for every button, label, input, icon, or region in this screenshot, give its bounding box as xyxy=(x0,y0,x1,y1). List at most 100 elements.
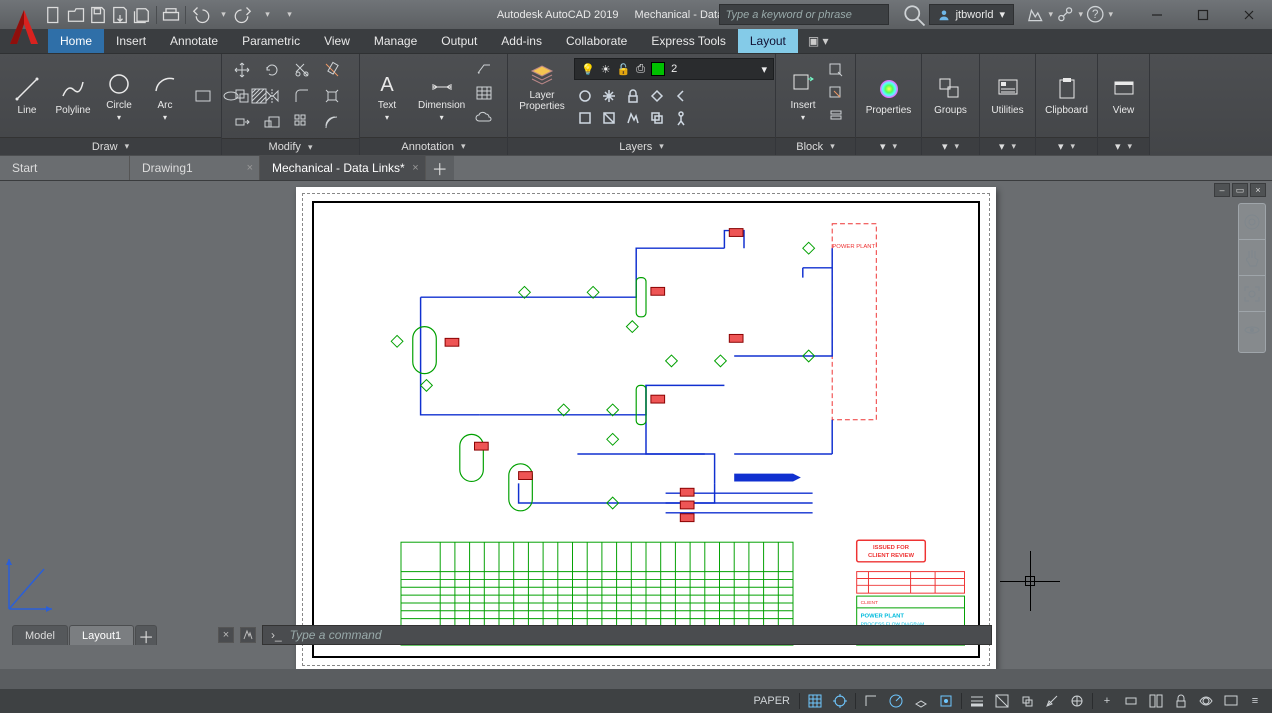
mirror-icon[interactable] xyxy=(258,84,286,108)
layer-uniso-icon[interactable] xyxy=(598,108,620,128)
undo-dropdown-icon[interactable] xyxy=(212,5,232,25)
table-icon[interactable] xyxy=(475,84,493,107)
offset-icon[interactable] xyxy=(318,110,346,134)
grid-toggle[interactable] xyxy=(803,691,827,711)
layer-copy-icon[interactable] xyxy=(646,108,668,128)
layer-previous-icon[interactable] xyxy=(670,86,692,106)
redo-dropdown-icon[interactable] xyxy=(256,5,276,25)
fillet-icon[interactable] xyxy=(288,84,316,108)
rotate-icon[interactable] xyxy=(258,58,286,82)
panel-label-modify[interactable]: Modify xyxy=(222,138,359,155)
doc-tab-drawing1[interactable]: Drawing1× xyxy=(130,156,260,180)
command-customize-icon[interactable] xyxy=(240,627,256,643)
layer-walk-icon[interactable] xyxy=(670,108,692,128)
create-block-icon[interactable] xyxy=(828,62,844,83)
drawing-area[interactable]: – ▭ × POWER PLANT xyxy=(0,181,1272,669)
units-toggle[interactable] xyxy=(1119,691,1143,711)
tool-insert[interactable]: Insert▾ xyxy=(782,68,824,124)
tab-home[interactable]: Home xyxy=(48,29,104,53)
selection-cycling[interactable] xyxy=(1015,691,1039,711)
tab-manage[interactable]: Manage xyxy=(362,29,429,53)
panel-label-properties[interactable]: ▾ xyxy=(856,137,921,155)
app-logo-slot[interactable] xyxy=(0,0,40,29)
saveall-icon[interactable] xyxy=(132,5,152,25)
tab-annotate[interactable]: Annotate xyxy=(158,29,230,53)
copy-icon[interactable] xyxy=(228,84,256,108)
full-nav-wheel-icon[interactable] xyxy=(1239,204,1265,240)
tool-clipboard[interactable]: Clipboard xyxy=(1042,73,1091,118)
new-drawing-button[interactable]: ＋ xyxy=(426,156,454,180)
plot-icon[interactable] xyxy=(161,5,181,25)
tool-groups[interactable]: Groups xyxy=(928,73,973,118)
transparency-toggle[interactable] xyxy=(990,691,1014,711)
panel-label-view[interactable]: ▾ xyxy=(1098,137,1149,155)
ortho-toggle[interactable] xyxy=(859,691,883,711)
space-indicator[interactable]: PAPER xyxy=(748,695,796,707)
viewport-close-icon[interactable]: × xyxy=(1250,183,1266,197)
tab-view[interactable]: View xyxy=(312,29,362,53)
annotation-monitor[interactable]: + xyxy=(1096,691,1118,711)
stretch-icon[interactable] xyxy=(228,110,256,134)
close-icon[interactable]: × xyxy=(412,162,418,174)
help-icon[interactable]: ? xyxy=(1084,4,1114,25)
workspace-switch[interactable] xyxy=(1065,691,1089,711)
viewport-minimize-icon[interactable]: – xyxy=(1214,183,1230,197)
undo-icon[interactable] xyxy=(190,5,210,25)
scale-icon[interactable] xyxy=(258,110,286,134)
polar-toggle[interactable] xyxy=(884,691,908,711)
tool-text[interactable]: AText▾ xyxy=(366,68,408,124)
featured-apps-icon[interactable]: ▣ ▾ xyxy=(798,29,839,53)
tool-polyline[interactable]: Polyline xyxy=(52,73,94,118)
panel-label-draw[interactable]: Draw xyxy=(0,137,221,155)
customize-status[interactable]: ≡ xyxy=(1244,691,1266,711)
isodraft-toggle[interactable] xyxy=(909,691,933,711)
cloud-icon[interactable] xyxy=(475,109,493,132)
panel-label-annotation[interactable]: Annotation xyxy=(360,137,507,155)
lock-ui[interactable] xyxy=(1169,691,1193,711)
user-account[interactable]: jtbworld ▾ xyxy=(929,4,1014,25)
doc-tab-start[interactable]: Start xyxy=(0,156,130,180)
close-button[interactable] xyxy=(1226,0,1272,29)
panel-label-groups[interactable]: ▾ xyxy=(922,137,979,155)
layout-tab-model[interactable]: Model xyxy=(12,625,68,645)
layer-off-icon[interactable] xyxy=(574,86,596,106)
layer-freeze-icon[interactable] xyxy=(598,86,620,106)
infocenter-search[interactable]: Type a keyword or phrase xyxy=(719,4,889,25)
close-icon[interactable]: × xyxy=(247,162,253,174)
layout-tab-layout1[interactable]: Layout1 xyxy=(69,625,134,645)
layer-current-icon[interactable] xyxy=(622,108,644,128)
save-icon[interactable] xyxy=(88,5,108,25)
trim-icon[interactable] xyxy=(288,58,316,82)
search-go-icon[interactable] xyxy=(899,4,929,25)
pan-icon[interactable] xyxy=(1239,240,1265,276)
panel-label-block[interactable]: Block xyxy=(776,137,855,155)
tab-express-tools[interactable]: Express Tools xyxy=(639,29,737,53)
isolate-objects[interactable] xyxy=(1194,691,1218,711)
layer-dropdown[interactable]: 💡 ☀ 🔓 ⎙ 2 ▾ xyxy=(574,58,774,80)
panel-label-utilities[interactable]: ▾ xyxy=(980,137,1035,155)
lineweight-toggle[interactable] xyxy=(965,691,989,711)
array-icon[interactable] xyxy=(288,110,316,134)
zoom-extents-icon[interactable] xyxy=(1239,276,1265,312)
tool-view[interactable]: View xyxy=(1103,73,1145,118)
autodesk-app-store-icon[interactable] xyxy=(1024,4,1054,25)
tab-parametric[interactable]: Parametric xyxy=(230,29,312,53)
tool-dimension[interactable]: Dimension▾ xyxy=(412,68,471,124)
tool-utilities[interactable]: Utilities xyxy=(986,73,1029,118)
minimize-button[interactable] xyxy=(1134,0,1180,29)
edit-block-icon[interactable] xyxy=(828,85,844,106)
qat-customize-icon[interactable] xyxy=(278,5,298,25)
orbit-icon[interactable] xyxy=(1239,312,1265,348)
doc-tab-mechanical[interactable]: Mechanical - Data Links*× xyxy=(260,156,426,180)
stay-connected-icon[interactable] xyxy=(1054,4,1084,25)
erase-icon[interactable] xyxy=(318,58,346,82)
edit-attributes-icon[interactable] xyxy=(828,108,844,129)
layer-lock-icon[interactable] xyxy=(622,86,644,106)
snap-toggle[interactable] xyxy=(828,691,852,711)
command-close-icon[interactable]: × xyxy=(218,627,234,643)
tool-circle[interactable]: Circle▾ xyxy=(98,68,140,124)
layer-iso-icon[interactable] xyxy=(574,108,596,128)
redo-icon[interactable] xyxy=(234,5,254,25)
new-icon[interactable] xyxy=(44,5,64,25)
osnap-toggle[interactable] xyxy=(934,691,958,711)
